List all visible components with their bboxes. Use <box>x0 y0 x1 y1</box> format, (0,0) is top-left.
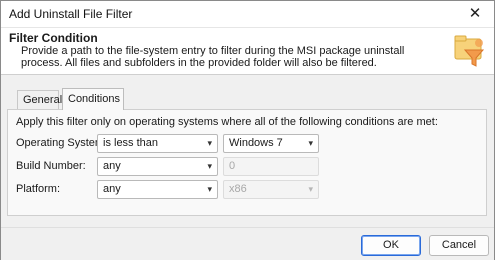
close-icon[interactable]: ✕ <box>466 5 484 23</box>
header-banner: Filter Condition Provide a path to the f… <box>1 28 494 75</box>
os-label: Operating System: <box>16 137 108 149</box>
build-operator-value: any <box>103 160 121 172</box>
chevron-down-icon: ▾ <box>207 138 212 148</box>
chevron-down-icon: ▾ <box>207 184 212 194</box>
header-description: Provide a path to the file-system entry … <box>21 45 405 69</box>
os-operator-value: is less than <box>103 137 159 149</box>
chevron-down-icon: ▾ <box>308 138 313 148</box>
platform-operator-value: any <box>103 183 121 195</box>
os-value: Windows 7 <box>229 137 283 149</box>
platform-label: Platform: <box>16 183 61 195</box>
os-operator-select[interactable]: is less than ▾ <box>97 134 218 153</box>
header-title: Filter Condition <box>9 31 98 45</box>
chevron-down-icon: ▾ <box>207 161 212 171</box>
dialog-window: Add Uninstall File Filter ✕ Filter Condi… <box>0 0 495 260</box>
tab-general[interactable]: General <box>17 90 62 109</box>
dialog-footer: OK Cancel <box>1 227 494 260</box>
os-value-select[interactable]: Windows 7 ▾ <box>223 134 319 153</box>
folder-filter-icon <box>454 35 485 67</box>
build-number-value: 0 <box>229 160 236 172</box>
build-number-label: Build Number: <box>16 160 86 172</box>
build-operator-select[interactable]: any ▾ <box>97 157 218 176</box>
platform-value-select: x86 ▾ <box>223 180 319 199</box>
conditions-intro: Apply this filter only on operating syst… <box>16 116 438 128</box>
tab-conditions[interactable]: Conditions <box>62 88 124 110</box>
conditions-panel: Apply this filter only on operating syst… <box>7 109 487 216</box>
cancel-button[interactable]: Cancel <box>429 235 489 256</box>
platform-operator-select[interactable]: any ▾ <box>97 180 218 199</box>
title-bar: Add Uninstall File Filter ✕ <box>1 1 494 28</box>
build-number-field: 0 <box>223 157 319 176</box>
ok-button[interactable]: OK <box>361 235 421 256</box>
chevron-down-icon: ▾ <box>308 184 313 194</box>
platform-value: x86 <box>229 183 247 195</box>
window-title: Add Uninstall File Filter <box>9 7 133 21</box>
